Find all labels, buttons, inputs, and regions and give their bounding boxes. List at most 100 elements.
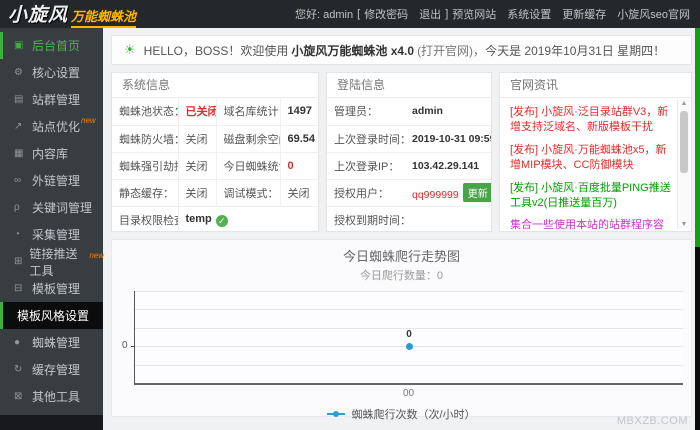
sidebar-item-keywords[interactable]: ρ 关键词管理 (0, 194, 103, 221)
table-row: 蜘蛛强引劫持： 关闭 今日蜘蛛统计： 0 (112, 152, 318, 180)
gear-icon: ⚙ (14, 67, 23, 78)
official-site-link[interactable]: 小旋风seo官网 (617, 6, 690, 22)
y-axis-label: 0 (122, 340, 128, 352)
sidebar-item-other-tools[interactable]: ⊠ 其他工具 (0, 383, 103, 410)
link-icon: ∞ (14, 175, 22, 186)
gridline (135, 291, 683, 292)
collect-icon: ◔ (14, 229, 21, 240)
value-cell: 2019-10-31 09:59 (405, 125, 491, 153)
open-official-site-link[interactable]: (打开官网)， (417, 42, 485, 59)
sidebar-item-site-optimize[interactable]: ↗ 站点优化 new (0, 113, 103, 140)
template-icon: ⊟ (14, 283, 23, 294)
value-cell: 69.54 GB (279, 125, 318, 153)
key-icon: ρ (14, 202, 20, 213)
sidebar-item-cache-manage[interactable]: ↻ 缓存管理 (0, 356, 103, 383)
sidebar-item-spider-manage[interactable]: ● 蜘蛛管理 (0, 329, 103, 356)
value-cell: temp ✓ (177, 206, 318, 231)
sidebar-item-label: 站点优化 (32, 120, 81, 134)
header-nav: 您好: admin [ 修改密码 退出 ] 预览网站 系统设置 更新缓存 小旋风… (295, 6, 690, 22)
welcome-prefix: HELLO，BOSS！欢迎使用 (143, 43, 289, 58)
change-password-link[interactable]: 修改密码 (364, 6, 408, 22)
news-scrollbar[interactable]: ▲ ▼ (677, 99, 690, 229)
sidebar-item-label: 后台首页 (32, 39, 81, 53)
label-cell: 蜘蛛强引劫持： (112, 152, 178, 180)
scroll-up-icon[interactable]: ▲ (678, 100, 690, 107)
label-cell: 磁盘剩余空间： (215, 125, 280, 153)
value-cell: qq999999 更新 (405, 179, 491, 207)
data-point-label: 0 (406, 329, 412, 341)
label-cell: 蜘蛛防火墙： (112, 125, 178, 153)
domain-count: 1497 (287, 105, 312, 118)
data-point[interactable] (405, 342, 413, 350)
sidebar-item-label: 外链管理 (32, 174, 81, 188)
spider-trend-chart: 今日蜘蛛爬行走势图 今日爬行数量：0 0 0 00 蜘蛛爬行次数（次/小时） (111, 239, 692, 421)
page-scrollbar-track[interactable] (695, 247, 700, 430)
login-info-title: 登陆信息 (327, 73, 491, 98)
sidebar-item-external-links[interactable]: ∞ 外链管理 (0, 167, 103, 194)
greeting-text: 您好: admin (295, 9, 354, 21)
gridline (135, 364, 683, 366)
watermark-text: MBXZB.COM (616, 415, 688, 427)
label-cell: 授权用户： (327, 179, 405, 207)
table-row: 目录权限检查： temp✓ (112, 206, 318, 231)
static-cache-status: 关闭 (185, 187, 208, 200)
sun-icon: ☀ (124, 42, 136, 57)
bracket-close: ] (445, 8, 449, 20)
news-item[interactable]: 集合一些使用本站的站群程序容易出现的问题和解决方法 (510, 218, 673, 231)
value-cell: 103.42.29.141 (405, 152, 491, 180)
sidebar-item-site-group[interactable]: ▤ 站群管理 (0, 86, 103, 113)
login-info-table: 管理员： admin 上次登录时间： 2019-10-31 09:59 上次登录… (327, 98, 491, 231)
system-info-table: 蜘蛛池状态： 已关闭 域名库统计： 1497 蜘蛛防火墙： 关闭 磁盘剩余空间：… (112, 98, 318, 231)
value-cell: 已关闭 (177, 98, 216, 126)
scrollbar-thumb[interactable] (680, 111, 688, 174)
x-axis-tick-label: 00 (402, 388, 415, 399)
logout-link[interactable]: 退出 (419, 6, 441, 22)
label-cell: 授权到期时间： (334, 214, 405, 227)
sidebar-item-label: 蜘蛛管理 (32, 336, 81, 350)
news-item[interactable]: [发布] 小旋风·泛目录站群V3，新增支持泛域名、新版模板干扰 (510, 105, 673, 136)
table-row: 授权到期时间： (327, 206, 491, 231)
value-cell: 关闭 (177, 125, 216, 153)
top-header: 小旋风 万能蜘蛛池 您好: admin [ 修改密码 退出 ] 预览网站 系统设… (0, 0, 700, 28)
table-row: 静态缓存： 关闭 调试模式： 关闭 (112, 179, 318, 207)
sidebar-item-template-style[interactable]: 模板风格设置 (0, 302, 103, 329)
sidebar-item-label: 缓存管理 (32, 363, 81, 377)
label-cell: 今日蜘蛛统计： (215, 152, 280, 180)
hijack-status: 关闭 (185, 160, 208, 173)
news-item[interactable]: [发布] 小旋风·百度批量PING推送工具v2(日推送量百万) (510, 181, 673, 212)
app-logo: 小旋风 万能蜘蛛池 (8, 0, 137, 28)
sidebar-item-label: 模板风格设置 (16, 309, 89, 323)
spider-icon: ● (14, 337, 21, 348)
push-icon: ⊞ (14, 256, 23, 267)
sidebar-item-templates[interactable]: ⊟ 模板管理 (0, 275, 103, 302)
update-license-button[interactable]: 更新 (462, 183, 491, 202)
sidebar-item-label: 采集管理 (32, 228, 81, 242)
scroll-down-icon[interactable]: ▼ (678, 221, 690, 228)
news-panel: 官网资讯 [发布] 小旋风·泛目录站群V3，新增支持泛域名、新版模板干扰 [发布… (499, 72, 692, 232)
label-cell: 域名库统计： (215, 98, 280, 126)
update-cache-link[interactable]: 更新缓存 (562, 6, 606, 22)
sidebar-item-label: 内容库 (32, 147, 69, 161)
label-cell: 蜘蛛池状态： (112, 98, 178, 126)
firewall-status: 关闭 (185, 133, 208, 146)
sidebar-item-content-library[interactable]: ▦ 内容库 (0, 140, 103, 167)
sidebar-item-link-push[interactable]: ⊞ 链接推送工具 new (0, 247, 104, 278)
news-item[interactable]: [发布] 小旋风·万能蜘蛛池x5，新增MIP模块、CC防御模块 (510, 143, 673, 174)
sidebar-item-label: 链接推送工具 (29, 246, 78, 278)
system-settings-link[interactable]: 系统设置 (507, 6, 551, 22)
content-icon: ▦ (14, 148, 24, 159)
y-axis-tick (131, 346, 135, 348)
chart-legend[interactable]: 蜘蛛爬行次数（次/小时） (112, 406, 691, 422)
page-scrollbar-thumb[interactable] (695, 28, 700, 247)
sidebar-item-core-settings[interactable]: ⚙ 核心设置 (0, 59, 103, 86)
product-name: 小旋风万能蜘蛛池 x4.0 (291, 43, 415, 58)
sidebar-item-dashboard[interactable]: ▣ 后台首页 (0, 32, 103, 59)
new-badge: new (89, 251, 104, 260)
table-row: 授权用户： qq999999 更新 (327, 179, 491, 207)
label-cell: 上次登录时间： (327, 125, 405, 153)
preview-site-link[interactable]: 预览网站 (452, 6, 496, 22)
chart-title: 今日蜘蛛爬行走势图 (342, 249, 460, 264)
system-info-panel: 系统信息 蜘蛛池状态： 已关闭 域名库统计： 1497 蜘蛛防火墙： 关闭 磁盘… (111, 72, 319, 232)
news-list: [发布] 小旋风·泛目录站群V3，新增支持泛域名、新版模板干扰 [发布] 小旋风… (500, 98, 691, 231)
admin-name: admin (412, 105, 443, 118)
